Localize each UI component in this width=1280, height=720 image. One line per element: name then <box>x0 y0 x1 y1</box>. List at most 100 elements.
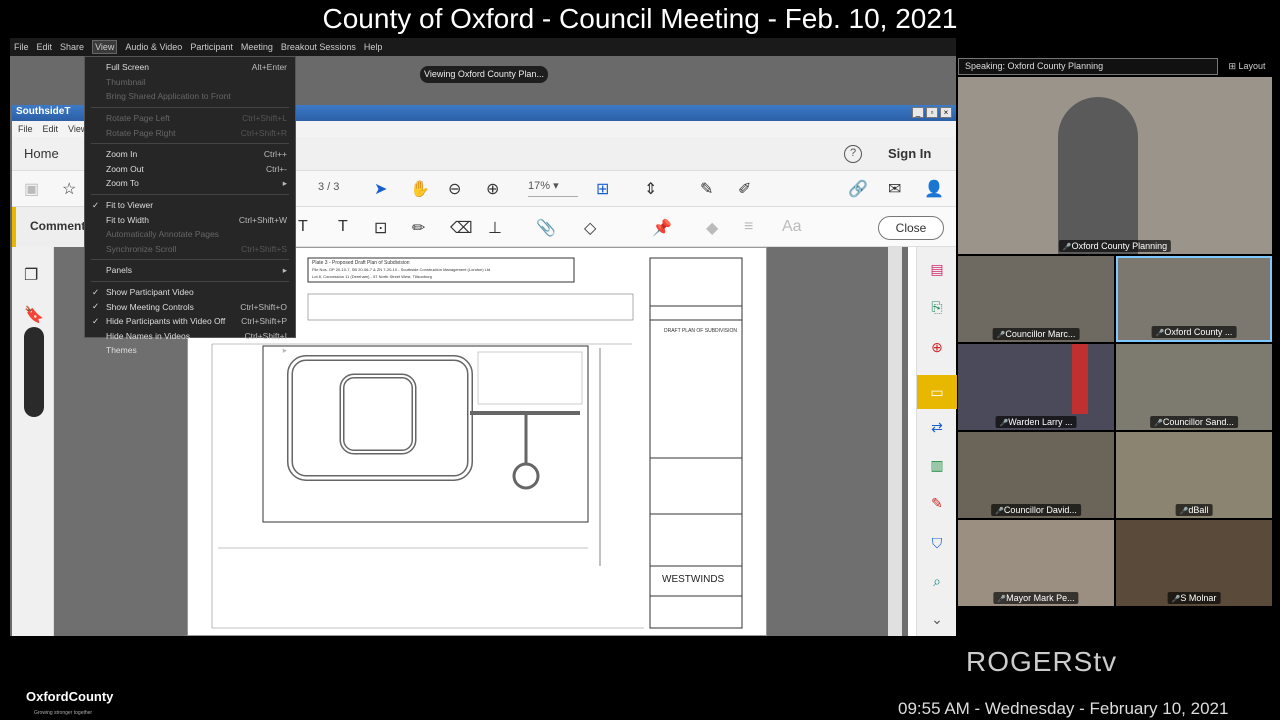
maximize-button[interactable]: ▫ <box>926 107 938 118</box>
menu-meeting[interactable]: Meeting <box>241 42 273 52</box>
view-menu-item[interactable]: Full Screen Alt+Enter <box>85 60 295 75</box>
menu-audio-video[interactable]: Audio & Video <box>125 42 182 52</box>
view-menu-item[interactable]: Zoom To ▸ <box>85 176 295 191</box>
view-menu-item[interactable]: Panels ▸ <box>85 263 295 278</box>
scan-icon[interactable]: ⌕ <box>927 571 947 591</box>
scroll-mode-icon[interactable]: ⇕ <box>644 179 657 199</box>
bookmark-star-icon[interactable]: ☆ <box>62 179 76 199</box>
view-menu-item[interactable]: Fit to Width Ctrl+Shift+W <box>85 212 295 227</box>
home-tab[interactable]: Home <box>24 146 59 161</box>
view-menu-item[interactable]: Hide Names in Videos Ctrl+Shift+I <box>85 329 295 344</box>
view-menu-item[interactable]: ✓ Show Meeting Controls Ctrl+Shift+O <box>85 299 295 314</box>
layout-button[interactable]: ⊞ Layout <box>1222 58 1272 75</box>
hand-tool-icon[interactable]: ✋ <box>410 179 430 199</box>
export-pdf-icon[interactable]: ⎘ <box>927 297 947 317</box>
video-tile[interactable]: Warden Larry ... <box>958 344 1114 430</box>
view-menu-item[interactable]: Zoom Out Ctrl+- <box>85 162 295 177</box>
view-menu-item[interactable]: Zoom In Ctrl++ <box>85 147 295 162</box>
acrobat-menu-file[interactable]: File <box>18 124 33 134</box>
link-icon[interactable]: 🔗 <box>848 179 868 199</box>
fit-page-icon[interactable]: ⊞ <box>596 179 609 199</box>
add-user-icon[interactable]: 👤 <box>924 179 944 199</box>
viewing-indicator[interactable]: Viewing Oxford County Plan... <box>420 66 548 83</box>
menu-breakout-sessions[interactable]: Breakout Sessions <box>281 42 356 52</box>
menu-view[interactable]: View <box>92 40 118 54</box>
broadcast-title: County of Oxford - Council Meeting - Feb… <box>0 0 1280 38</box>
video-tile-active[interactable]: Oxford County ... <box>1116 256 1272 342</box>
fill-sign-tool-icon[interactable]: ✎ <box>927 493 947 513</box>
menu-item-shortcut: Ctrl++ <box>263 149 287 160</box>
video-tile[interactable]: Councillor David... <box>958 432 1114 518</box>
video-tile[interactable]: Councillor Sand... <box>1116 344 1272 430</box>
protect-icon[interactable]: ⛉ <box>927 533 947 553</box>
view-menu-item: Rotate Page Left Ctrl+Shift+L <box>85 111 295 126</box>
check-icon: ✓ <box>92 315 100 326</box>
bookmarks-icon[interactable]: 🔖 <box>24 305 44 325</box>
plan-header-3: Lot 8, Concession 11 (Dereham) - 57 Nort… <box>312 274 432 279</box>
participant-name: Oxford County Planning <box>1058 240 1172 252</box>
font-icon[interactable]: Aa <box>782 218 802 236</box>
menu-item-label: Automatically Annotate Pages <box>106 229 219 240</box>
zoom-in-icon[interactable]: ⊕ <box>486 179 499 199</box>
check-icon: ✓ <box>92 286 100 297</box>
stamp-icon[interactable]: ⊥ <box>488 218 502 238</box>
menu-item-shortcut: Ctrl+Shift+I <box>244 330 287 341</box>
attach-icon[interactable]: 📎 <box>536 218 556 238</box>
menu-help[interactable]: Help <box>364 42 383 52</box>
vertical-scrollbar[interactable] <box>888 247 902 636</box>
view-menu-item[interactable]: Themes ▸ <box>85 343 295 358</box>
video-tile[interactable]: Councillor Marc... <box>958 256 1114 342</box>
select-cursor-icon[interactable]: ➤ <box>374 179 387 199</box>
text-icon[interactable]: T <box>338 218 348 236</box>
combine-files-icon[interactable]: ⇄ <box>927 417 947 437</box>
menu-edit[interactable]: Edit <box>37 42 53 52</box>
menu-participant[interactable]: Participant <box>190 42 233 52</box>
project-name: WESTWINDS <box>662 574 725 585</box>
eraser-icon[interactable]: ⌫ <box>450 218 473 238</box>
view-menu-item[interactable]: ✓ Hide Participants with Video Off Ctrl+Sh… <box>85 314 295 329</box>
pencil-icon[interactable]: ✏ <box>412 218 425 238</box>
menu-share[interactable]: Share <box>60 42 84 52</box>
view-menu-item[interactable]: ✓ Show Participant Video <box>85 285 295 300</box>
expand-tools-icon[interactable]: ⌄ <box>927 609 947 629</box>
sign-pen-icon[interactable]: ✎ <box>700 179 713 199</box>
save-icon[interactable]: ▣ <box>24 179 39 199</box>
menu-item-label: Rotate Page Left <box>106 113 170 124</box>
pages-icon[interactable]: ❐ <box>24 265 38 285</box>
fill-color-icon[interactable]: ◆ <box>706 218 718 238</box>
participant-name: Warden Larry ... <box>995 416 1077 428</box>
window-close-button[interactable]: × <box>940 107 952 118</box>
video-tile-main[interactable]: Oxford County Planning <box>958 77 1272 254</box>
mail-icon[interactable]: ✉ <box>888 179 901 199</box>
pin-icon[interactable]: 📌 <box>652 218 672 238</box>
check-icon: ✓ <box>92 199 100 210</box>
view-menu-item[interactable]: ✓ Fit to Viewer <box>85 198 295 213</box>
create-pdf-icon[interactable]: ⊕ <box>927 337 947 357</box>
help-icon[interactable]: ? <box>844 145 862 163</box>
zoom-out-icon[interactable]: ⊖ <box>448 179 461 199</box>
participant-name: Oxford County ... <box>1151 326 1237 338</box>
close-button[interactable]: Close <box>878 216 944 240</box>
comment-tool-icon[interactable]: ▭ <box>917 375 957 409</box>
zoom-level-select[interactable]: 17% ▾ <box>528 179 578 197</box>
organize-pages-icon[interactable]: ▤ <box>927 259 947 279</box>
menu-item-shortcut: Ctrl+Shift+L <box>242 113 287 124</box>
line-width-icon[interactable]: ≡ <box>744 218 753 236</box>
minimize-button[interactable]: _ <box>912 107 924 118</box>
textbox-icon[interactable]: ⊡ <box>374 218 387 238</box>
fill-sign-icon[interactable]: ✐ <box>738 179 751 199</box>
acrobat-menu-edit[interactable]: Edit <box>43 124 59 134</box>
title-block-label: DRAFT PLAN OF SUBDIVISION <box>664 328 737 334</box>
video-tile[interactable]: S Molnar <box>1116 520 1272 606</box>
menu-item-label: Panels <box>106 265 132 276</box>
sign-in-button[interactable]: Sign In <box>888 146 931 161</box>
menu-item-label: Full Screen <box>106 62 149 73</box>
page-indicator[interactable]: 3 / 3 <box>318 181 339 193</box>
shape-icon[interactable]: ◇ <box>584 218 596 238</box>
video-tile[interactable]: Mayor Mark Pe... <box>958 520 1114 606</box>
edit-pdf-icon[interactable]: ▥ <box>927 455 947 475</box>
menu-item-shortcut: Ctrl+Shift+S <box>241 243 287 254</box>
text-edit-icon[interactable]: T <box>298 218 308 236</box>
video-tile[interactable]: dBall <box>1116 432 1272 518</box>
menu-file[interactable]: File <box>14 42 29 52</box>
